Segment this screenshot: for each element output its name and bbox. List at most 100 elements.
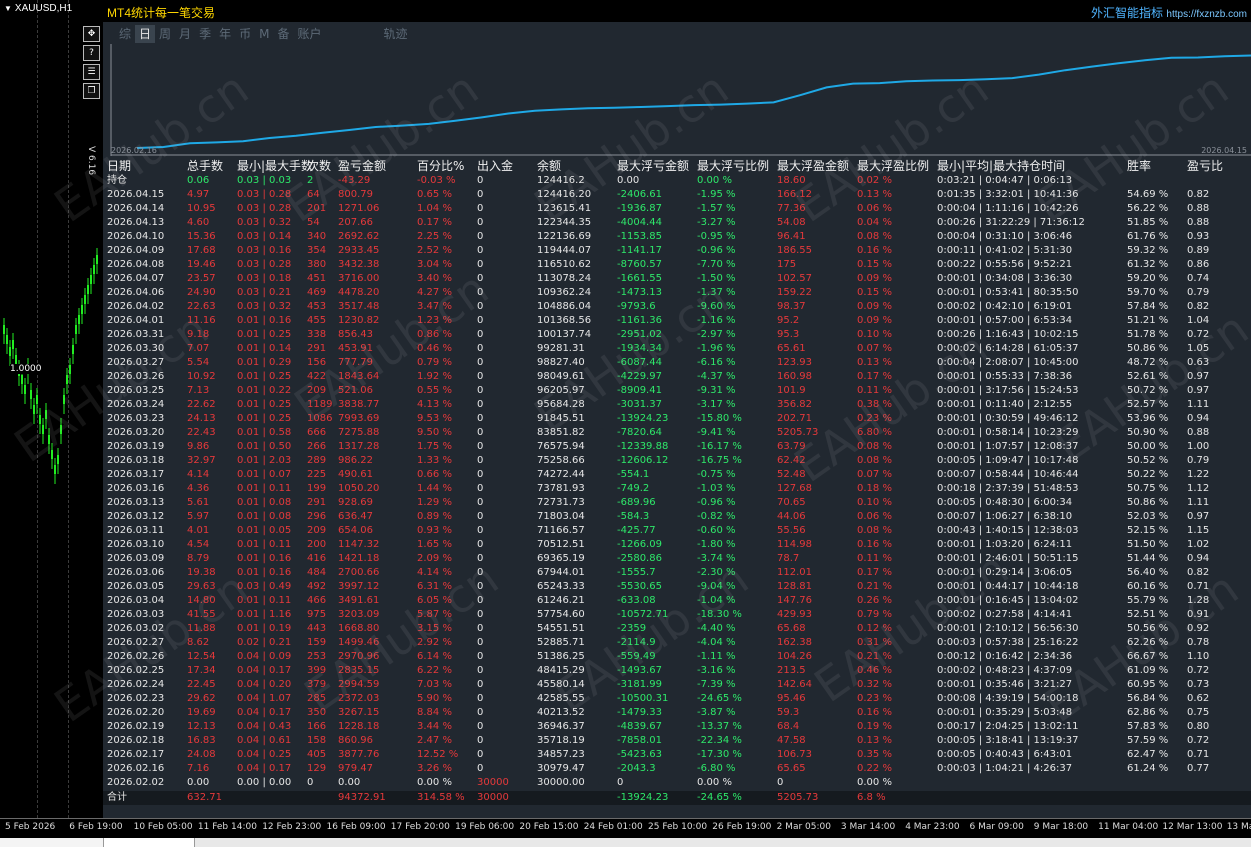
- table-cell: 56.84 %: [1127, 693, 1169, 704]
- table-cell: 65.68: [777, 623, 806, 634]
- table-cell: 0:00:43 | 1:40:15 | 12:38:03: [937, 525, 1079, 536]
- table-cell: 0:00:18 | 2:37:39 | 51:48:53: [937, 483, 1079, 494]
- table-header: 日期 总手数 最小|最大手数 次数 盈亏金额 百分比% 出入金 余额 最大浮亏金额 最大浮亏比例最…: [103, 159, 1251, 173]
- table-cell: 0.12 %: [857, 623, 892, 634]
- table-cell: 54551.51: [537, 623, 585, 634]
- table-cell: 余额: [537, 159, 562, 173]
- table-cell: -24.65 %: [697, 693, 742, 704]
- table-cell: 4.01: [187, 525, 210, 536]
- tab-1[interactable]: 日: [135, 25, 156, 43]
- table-cell: 0:00:02 | 0:42:10 | 6:19:01: [937, 301, 1073, 312]
- table-cell: 0:00:17 | 2:04:25 | 13:02:11: [937, 721, 1079, 732]
- table-cell: 209: [307, 525, 327, 536]
- table-cell: 2026.03.03: [107, 609, 165, 620]
- table-cell: 0.03 | 0.16: [237, 245, 292, 256]
- table-cell: 0:00:01 | 0:44:17 | 10:44:18: [937, 581, 1079, 592]
- table-cell: 0.78: [1187, 637, 1210, 648]
- chart-tab[interactable]: [0, 838, 104, 847]
- table-cell: 2026.02.24: [107, 679, 165, 690]
- tab-8[interactable]: 备: [273, 25, 293, 43]
- table-cell: 3517.48: [338, 301, 380, 312]
- table-cell: -13.37 %: [697, 721, 742, 732]
- restore-icon[interactable]: ❐: [83, 83, 100, 99]
- table-cell: 0.06: [187, 175, 210, 186]
- table-cell: 2026.02.17: [107, 749, 165, 760]
- table-cell: 0.09 %: [857, 315, 892, 326]
- table-cell: 0.72: [1187, 735, 1210, 746]
- table-cell: 0:00:11 | 0:41:02 | 5:31:30: [937, 245, 1073, 256]
- tab-4[interactable]: 季: [195, 25, 215, 43]
- tab-10[interactable]: 轨迹: [380, 25, 412, 43]
- price-chart[interactable]: ▼ XAUUSD,H1 1.0000 V 6.16 ✥ ? ☰ ❐: [0, 0, 103, 818]
- table-cell: 19.46: [187, 259, 216, 270]
- table-cell: 112.01: [777, 567, 812, 578]
- table-cell: 0.00 %: [417, 777, 452, 788]
- table-cell: 0.01 | 0.25: [237, 371, 292, 382]
- table-cell: -1.95 %: [697, 189, 736, 200]
- table-cell: 2026.04.02: [107, 301, 165, 312]
- time-label: 25 Feb 10:00: [648, 822, 708, 832]
- chart-tab[interactable]: [104, 838, 195, 847]
- table-cell: 0.00: [187, 777, 210, 788]
- statistics-panel: MT4统计每一笔交易 外汇智能指标 https://fxznzb.com 综日周…: [103, 0, 1251, 818]
- table-cell: 7.07: [187, 343, 210, 354]
- table-cell: 166.12: [777, 189, 812, 200]
- tab-9[interactable]: 账户: [293, 25, 325, 43]
- table-cell: -43.29: [338, 175, 371, 186]
- tab-0[interactable]: 综: [115, 25, 135, 43]
- move-icon[interactable]: ✥: [83, 26, 100, 42]
- table-cell: 42585.55: [537, 693, 585, 704]
- table-cell: 30000: [477, 777, 509, 788]
- table-cell: 0:00:01 | 0:11:40 | 2:12:55: [937, 399, 1073, 410]
- table-cell: 50.56 %: [1127, 623, 1169, 634]
- brand-link[interactable]: 外汇智能指标 https://fxznzb.com: [1091, 4, 1247, 21]
- table-cell: 95684.28: [537, 399, 585, 410]
- table-cell: 盈亏比: [1187, 159, 1224, 173]
- table-cell: -1.37 %: [697, 287, 736, 298]
- table-cell: 52.48: [777, 469, 806, 480]
- tab-2[interactable]: 周: [155, 25, 175, 43]
- table-cell: 9.53 %: [417, 413, 452, 424]
- help-icon[interactable]: ?: [83, 45, 100, 61]
- table-cell: 0:00:02 | 6:14:28 | 61:05:37: [937, 343, 1079, 354]
- table-cell: 0:00:01 | 0:34:08 | 3:36:30: [937, 273, 1073, 284]
- table-row: 2026.04.13 4.60 0.03 | 0.32 54 207.66 0.17 % 0…: [103, 216, 1251, 230]
- table-cell: 0.26 %: [857, 595, 892, 606]
- table-cell: 0.10 %: [857, 329, 892, 340]
- time-label: 12 Feb 23:00: [262, 822, 322, 832]
- table-cell: 0.93 %: [417, 525, 452, 536]
- table-cell: 0.72: [1187, 665, 1210, 676]
- table-cell: 95.2: [777, 315, 800, 326]
- table-cell: 5.61: [187, 497, 210, 508]
- table-cell: 0.01 | 0.11: [237, 539, 292, 550]
- tab-5[interactable]: 年: [215, 25, 235, 43]
- table-cell: 0.06 %: [857, 511, 892, 522]
- table-cell: 96.41: [777, 231, 806, 242]
- table-cell: -0.60 %: [697, 525, 736, 536]
- table-cell: -4.40 %: [697, 623, 736, 634]
- table-row: 2026.03.19 9.86 0.01 | 0.50 266 1317.28 1.75 …: [103, 440, 1251, 454]
- table-cell: 持仓: [107, 175, 127, 186]
- table-row: 2026.03.11 4.01 0.01 | 0.05 209 654.06 0.93 %…: [103, 524, 1251, 538]
- table-cell: 0.03 | 0.28: [237, 189, 292, 200]
- table-cell: 71166.57: [537, 525, 585, 536]
- table-cell: 1668.80: [338, 623, 380, 634]
- menu-icon[interactable]: ☰: [83, 64, 100, 80]
- table-cell: -8909.41: [617, 385, 662, 396]
- table-cell: 0.21 %: [857, 581, 892, 592]
- table-cell: 666: [307, 427, 327, 438]
- tab-3[interactable]: 月: [175, 25, 195, 43]
- table-cell: 453: [307, 301, 327, 312]
- table-cell: 1317.28: [338, 441, 380, 452]
- tab-6[interactable]: 币: [235, 25, 255, 43]
- table-cell: 0.09 %: [857, 301, 892, 312]
- table-cell: 2026.02.23: [107, 693, 165, 704]
- table-cell: 0.04 | 0.20: [237, 679, 292, 690]
- table-cell: 0: [477, 175, 484, 186]
- table-cell: 7275.88: [338, 427, 380, 438]
- table-cell: 4.14 %: [417, 567, 452, 578]
- table-row: 2026.03.09 8.79 0.01 | 0.16 416 1421.18 2.09 …: [103, 552, 1251, 566]
- candle: [72, 345, 74, 354]
- candle: [75, 325, 77, 334]
- tab-7[interactable]: M: [255, 25, 273, 43]
